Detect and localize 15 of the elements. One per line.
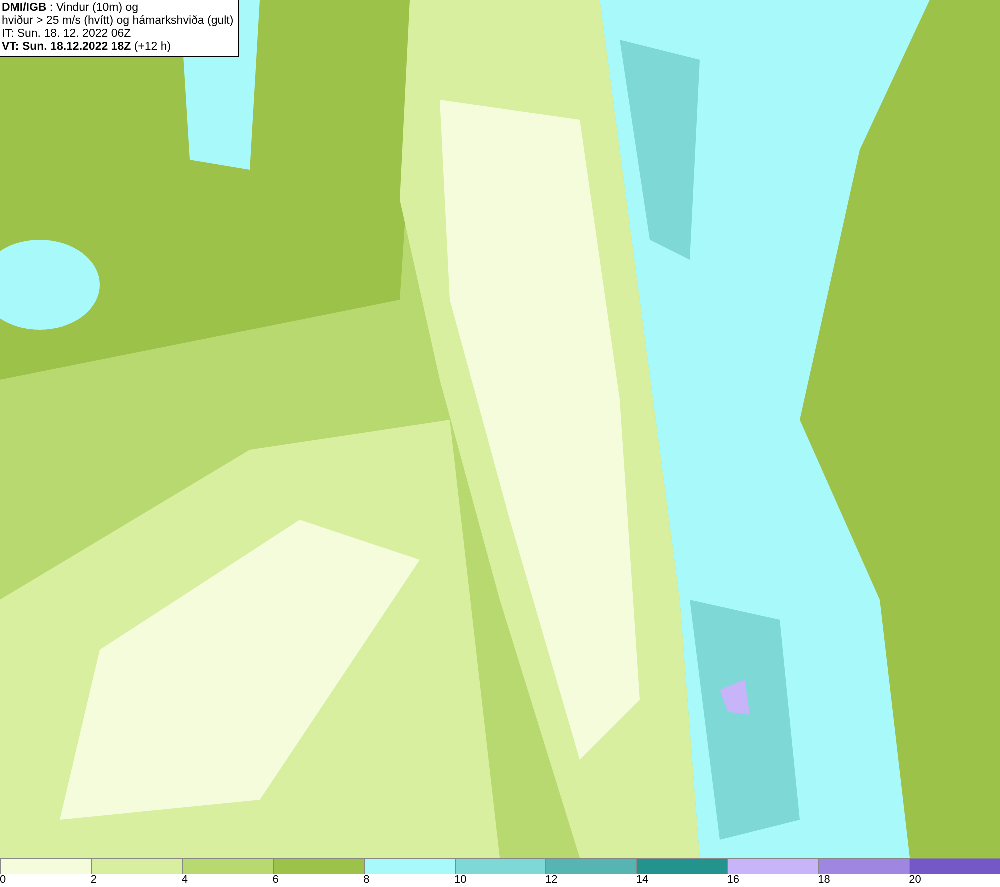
legend-label: 10: [454, 874, 467, 887]
legend-label: 6: [272, 874, 279, 887]
legend-label: 2: [90, 874, 98, 887]
legend-label: 16: [727, 874, 740, 887]
legend-label: 20: [909, 874, 922, 887]
legend-label: 0: [0, 874, 6, 887]
caption-line: hviður > 25 m/s (hvítt) og hámarkshviða (gult): [2, 15, 234, 28]
legend-label: 14: [636, 874, 649, 887]
legend-label: 12: [545, 874, 558, 887]
legend-label: 18: [818, 874, 830, 887]
caption-line: IT: Sun. 18. 12. 2022 06Z: [2, 28, 132, 41]
caption-line: DMI/IGB : Vindur (10m) og: [2, 2, 140, 15]
legend-label: 8: [364, 874, 370, 887]
caption-line: VT: Sun. 18.12.2022 18Z (+12 h): [2, 41, 172, 54]
legend-label: 4: [182, 874, 188, 887]
